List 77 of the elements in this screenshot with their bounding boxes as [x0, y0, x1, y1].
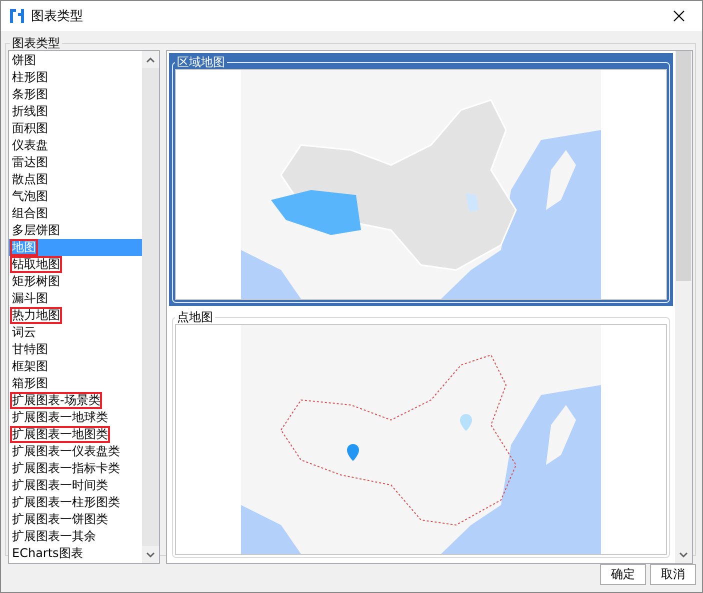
- item-label: 漏斗图: [11, 290, 49, 307]
- item-label: 雷达图: [11, 154, 49, 171]
- preview-card[interactable]: 点地图: [169, 308, 673, 561]
- scrollbar[interactable]: [142, 51, 159, 563]
- chart-type-item[interactable]: 组合图: [9, 205, 142, 222]
- chart-type-item[interactable]: ECharts图表: [9, 545, 142, 562]
- chart-type-item[interactable]: 面积图: [9, 120, 142, 137]
- chart-type-item[interactable]: 箱形图: [9, 375, 142, 392]
- item-label: 柱形图: [11, 69, 49, 86]
- chart-type-item[interactable]: 矩形树图: [9, 273, 142, 290]
- item-label: 气泡图: [11, 188, 49, 205]
- window-title: 图表类型: [31, 8, 84, 25]
- item-label: 扩展图表一指标卡类: [11, 460, 121, 477]
- item-label: 扩展图表一其余: [11, 528, 97, 545]
- chart-type-item[interactable]: 扩展图表一仪表盘类: [9, 443, 142, 460]
- item-label: 饼图: [11, 52, 37, 69]
- preview-title: 区域地图: [176, 56, 226, 69]
- chart-type-item[interactable]: 柱形图: [9, 69, 142, 86]
- item-label: 折线图: [11, 103, 49, 120]
- chart-type-item[interactable]: 折线图: [9, 103, 142, 120]
- highlighted-label: 热力地图: [10, 307, 62, 324]
- chart-type-item[interactable]: 扩展图表-场景类: [9, 392, 142, 409]
- chart-type-item[interactable]: 热力地图: [9, 307, 142, 324]
- chart-type-item[interactable]: 甘特图: [9, 341, 142, 358]
- item-label: ECharts图表: [11, 545, 84, 562]
- cancel-button[interactable]: 取消: [650, 564, 696, 584]
- highlighted-label: 扩展图表一地图类: [10, 426, 110, 443]
- chart-type-item[interactable]: 扩展图表一柱形图类: [9, 494, 142, 511]
- item-label: 箱形图: [11, 375, 49, 392]
- item-label: 词云: [11, 324, 37, 341]
- item-label: 矩形树图: [11, 273, 61, 290]
- chart-type-item[interactable]: 扩展图表一其余: [9, 528, 142, 545]
- scroll-down-button[interactable]: [142, 546, 159, 563]
- item-label: 散点图: [11, 171, 49, 188]
- preview-title: 点地图: [176, 311, 214, 324]
- chart-type-item[interactable]: 扩展图表一指标卡类: [9, 460, 142, 477]
- chart-type-item[interactable]: 扩展图表一饼图类: [9, 511, 142, 528]
- highlighted-label: 地图: [10, 239, 38, 256]
- app-logo-icon: [9, 8, 25, 24]
- item-label: 扩展图表一仪表盘类: [11, 443, 121, 460]
- item-label: 多层饼图: [11, 222, 61, 239]
- item-label: 扩展图表一时间类: [11, 477, 109, 494]
- chart-type-item[interactable]: 气泡图: [9, 188, 142, 205]
- item-label: 框架图: [11, 358, 49, 375]
- chevron-down-icon: [679, 552, 688, 558]
- highlighted-label: 扩展图表-场景类: [10, 392, 102, 409]
- item-label: 条形图: [11, 86, 49, 103]
- item-label: 甘特图: [11, 341, 49, 358]
- item-label: 扩展图表一饼图类: [11, 511, 109, 528]
- chart-type-item[interactable]: 仪表盘: [9, 137, 142, 154]
- item-label: 扩展图表一柱形图类: [11, 494, 121, 511]
- chart-type-item[interactable]: 扩展图表一地图类: [9, 426, 142, 443]
- ok-button[interactable]: 确定: [600, 564, 646, 584]
- scroll-up-button[interactable]: [142, 51, 159, 68]
- item-label: 面积图: [11, 120, 49, 137]
- preview-card[interactable]: 区域地图: [169, 53, 673, 306]
- chart-type-item[interactable]: 漏斗图: [9, 290, 142, 307]
- close-icon: [673, 10, 685, 22]
- item-label: 扩展图表一地球类: [11, 409, 109, 426]
- group-label: 图表类型: [11, 37, 61, 50]
- chart-type-item[interactable]: 条形图: [9, 86, 142, 103]
- item-label: 组合图: [11, 205, 49, 222]
- chart-type-item[interactable]: 扩展图表一地球类: [9, 409, 142, 426]
- item-label: 仪表盘: [11, 137, 49, 154]
- chevron-up-icon: [146, 56, 155, 62]
- chart-type-item[interactable]: 钻取地图: [9, 256, 142, 273]
- chart-type-item[interactable]: 扩展图表一时间类: [9, 477, 142, 494]
- scroll-thumb[interactable]: [676, 51, 691, 281]
- chart-type-item[interactable]: 多层饼图: [9, 222, 142, 239]
- chart-type-item[interactable]: 雷达图: [9, 154, 142, 171]
- chart-type-item[interactable]: 框架图: [9, 358, 142, 375]
- chart-type-item[interactable]: 饼图: [9, 52, 142, 69]
- chart-type-item[interactable]: 词云: [9, 324, 142, 341]
- scrollbar[interactable]: [675, 51, 692, 563]
- chart-type-item[interactable]: 散点图: [9, 171, 142, 188]
- highlighted-label: 钻取地图: [10, 256, 62, 273]
- chevron-down-icon: [146, 552, 155, 558]
